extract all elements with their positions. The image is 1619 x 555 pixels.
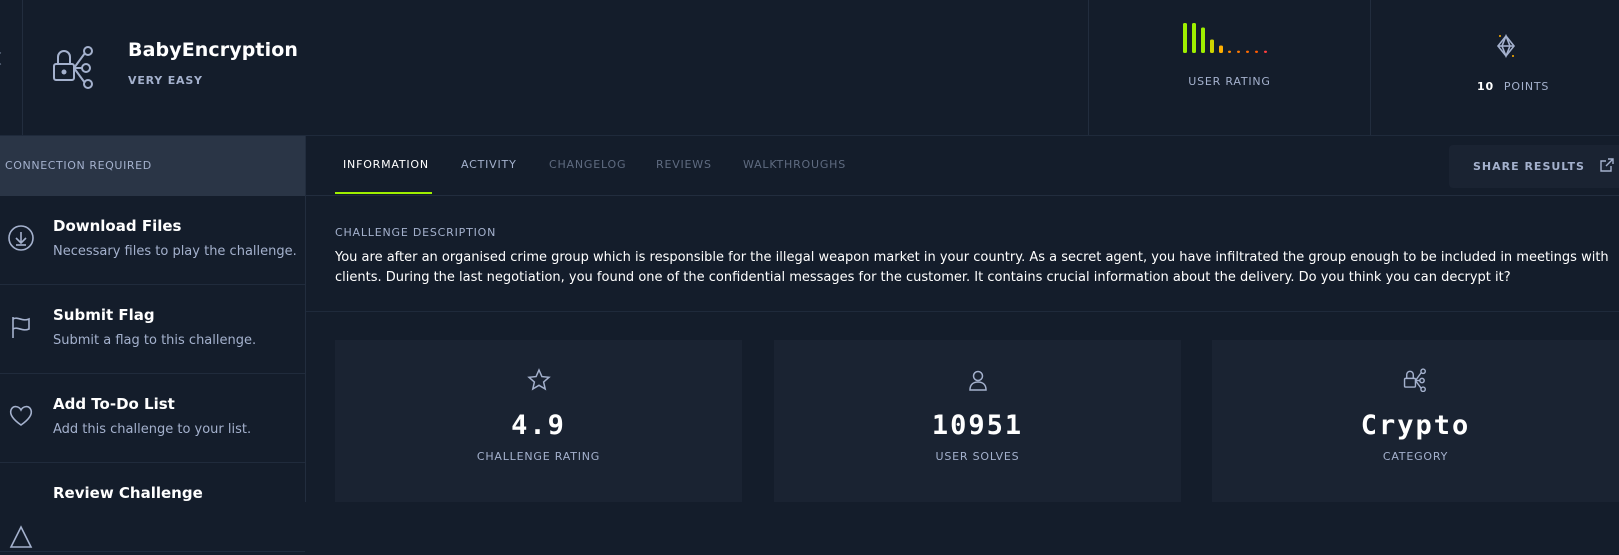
sidebar-item-title: Download Files [53, 217, 182, 235]
divider [306, 311, 1619, 312]
stat-value: Crypto [1360, 410, 1471, 441]
flag-icon [7, 313, 35, 345]
diamond-icon [1496, 33, 1516, 64]
tab-information[interactable]: INFORMATION [343, 158, 429, 171]
share-results-button[interactable]: SHARE RESULTS [1449, 145, 1619, 188]
rating-bar [1201, 27, 1205, 53]
sidebar-item-add-todo[interactable]: Add To-Do List Add this challenge to you… [0, 374, 305, 463]
stat-card-user-solves: 10951 USER SOLVES [774, 340, 1181, 502]
rating-bar [1246, 50, 1249, 53]
rating-bar [1237, 50, 1240, 53]
stat-label: CATEGORY [1382, 450, 1449, 463]
user-rating-label: USER RATING [1188, 75, 1271, 88]
tab-changelog[interactable]: CHANGELOG [549, 158, 626, 171]
sidebar-item-desc: Add this challenge to your list. [53, 422, 252, 437]
sidebar-item-desc: Necessary files to play the challenge. [53, 244, 297, 259]
rating-bar [1183, 23, 1187, 53]
challenge-header: BabyEncryption VERY EASY USER RATING 10 P… [0, 0, 1619, 136]
points-text: 10 POINTS [1477, 80, 1549, 93]
rating-bar [1264, 50, 1267, 53]
rating-bar [1219, 45, 1223, 53]
stat-label: USER SOLVES [935, 450, 1020, 463]
sidebar: CONNECTION REQUIRED Download Files Neces… [0, 136, 306, 552]
lock-share-icon [1212, 368, 1619, 396]
rating-bar [1192, 23, 1196, 53]
collapse-handle[interactable] [0, 0, 23, 135]
sidebar-item-download-files[interactable]: Download Files Necessary files to play t… [0, 196, 305, 285]
sidebar-item-title: Submit Flag [53, 306, 155, 324]
external-link-icon [1599, 157, 1615, 177]
sidebar-item-title: Review Challenge [53, 484, 203, 502]
challenge-title: BabyEncryption [128, 39, 298, 61]
user-rating: USER RATING [1088, 0, 1371, 135]
stat-card-category: Crypto CATEGORY [1212, 340, 1619, 502]
sidebar-item-title: Add To-Do List [53, 395, 175, 413]
points-value: 10 [1477, 80, 1494, 93]
lock-share-icon [52, 45, 98, 93]
tab-bar: INFORMATION ACTIVITY CHANGELOG REVIEWS W… [306, 136, 1619, 196]
connection-required-label: CONNECTION REQUIRED [0, 136, 305, 196]
difficulty-badge: VERY EASY [128, 74, 203, 87]
tab-activity[interactable]: ACTIVITY [461, 158, 517, 171]
rating-bar [1210, 39, 1214, 53]
stat-value: 4.9 [511, 410, 566, 441]
challenge-description-title: CHALLENGE DESCRIPTION [335, 226, 497, 239]
rating-bars [1183, 23, 1267, 53]
heart-icon [7, 402, 35, 434]
download-icon [7, 224, 35, 256]
rating-bar [1255, 50, 1258, 53]
review-icon [7, 523, 35, 555]
sidebar-item-desc: Submit a flag to this challenge. [53, 333, 257, 348]
star-icon [335, 368, 742, 396]
points: 10 POINTS [1370, 0, 1619, 135]
chevron-left-icon[interactable] [0, 52, 7, 65]
tab-reviews[interactable]: REVIEWS [656, 158, 712, 171]
sidebar-item-review-challenge[interactable]: Review Challenge [0, 463, 305, 552]
tab-walkthroughs[interactable]: WALKTHROUGHS [743, 158, 846, 171]
points-label: POINTS [1503, 80, 1550, 93]
share-results-label: SHARE RESULTS [1473, 160, 1585, 173]
sidebar-item-submit-flag[interactable]: Submit Flag Submit a flag to this challe… [0, 285, 305, 374]
stat-card-challenge-rating: 4.9 CHALLENGE RATING [335, 340, 742, 502]
user-icon [774, 368, 1181, 396]
active-tab-indicator [335, 192, 432, 194]
rating-bar [1228, 50, 1231, 53]
stat-value: 10951 [931, 410, 1024, 441]
challenge-description-text: You are after an organised crime group w… [335, 250, 1609, 285]
stat-label: CHALLENGE RATING [476, 450, 601, 463]
